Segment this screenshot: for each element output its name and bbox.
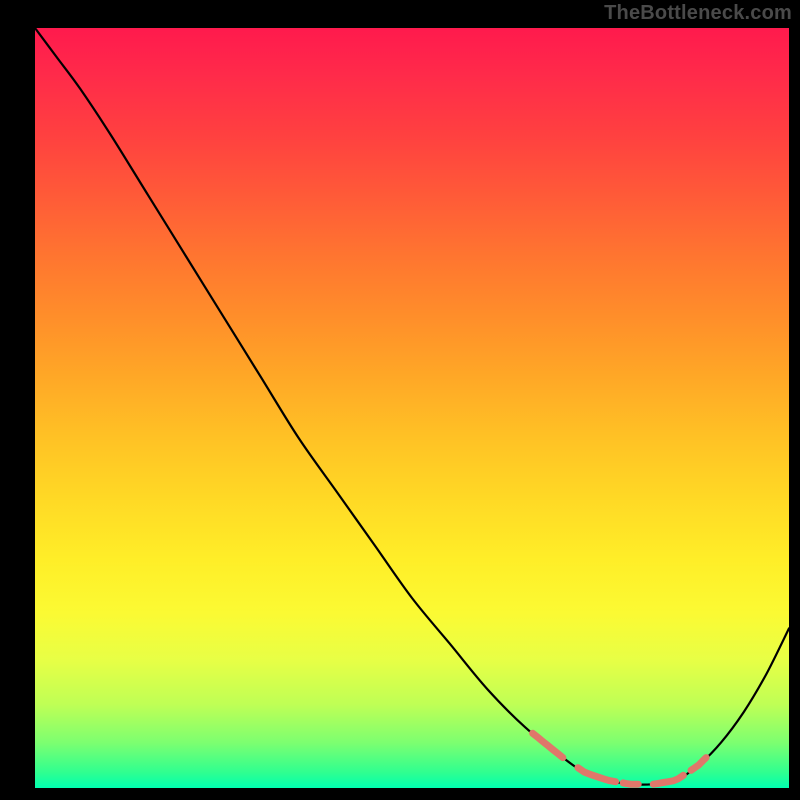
chart-frame: TheBottleneck.com [0,0,800,800]
marker-dash-4 [691,758,706,771]
marker-dash-1 [578,768,616,782]
watermark-text: TheBottleneck.com [604,2,792,25]
chart-plot-area [35,28,789,788]
bottleneck-curve-svg [35,28,789,788]
marker-dash-2 [623,783,638,784]
marker-dash-3 [653,775,683,784]
marker-dash-group [533,733,707,784]
bottleneck-curve [35,28,789,785]
marker-dash-0 [533,733,563,757]
